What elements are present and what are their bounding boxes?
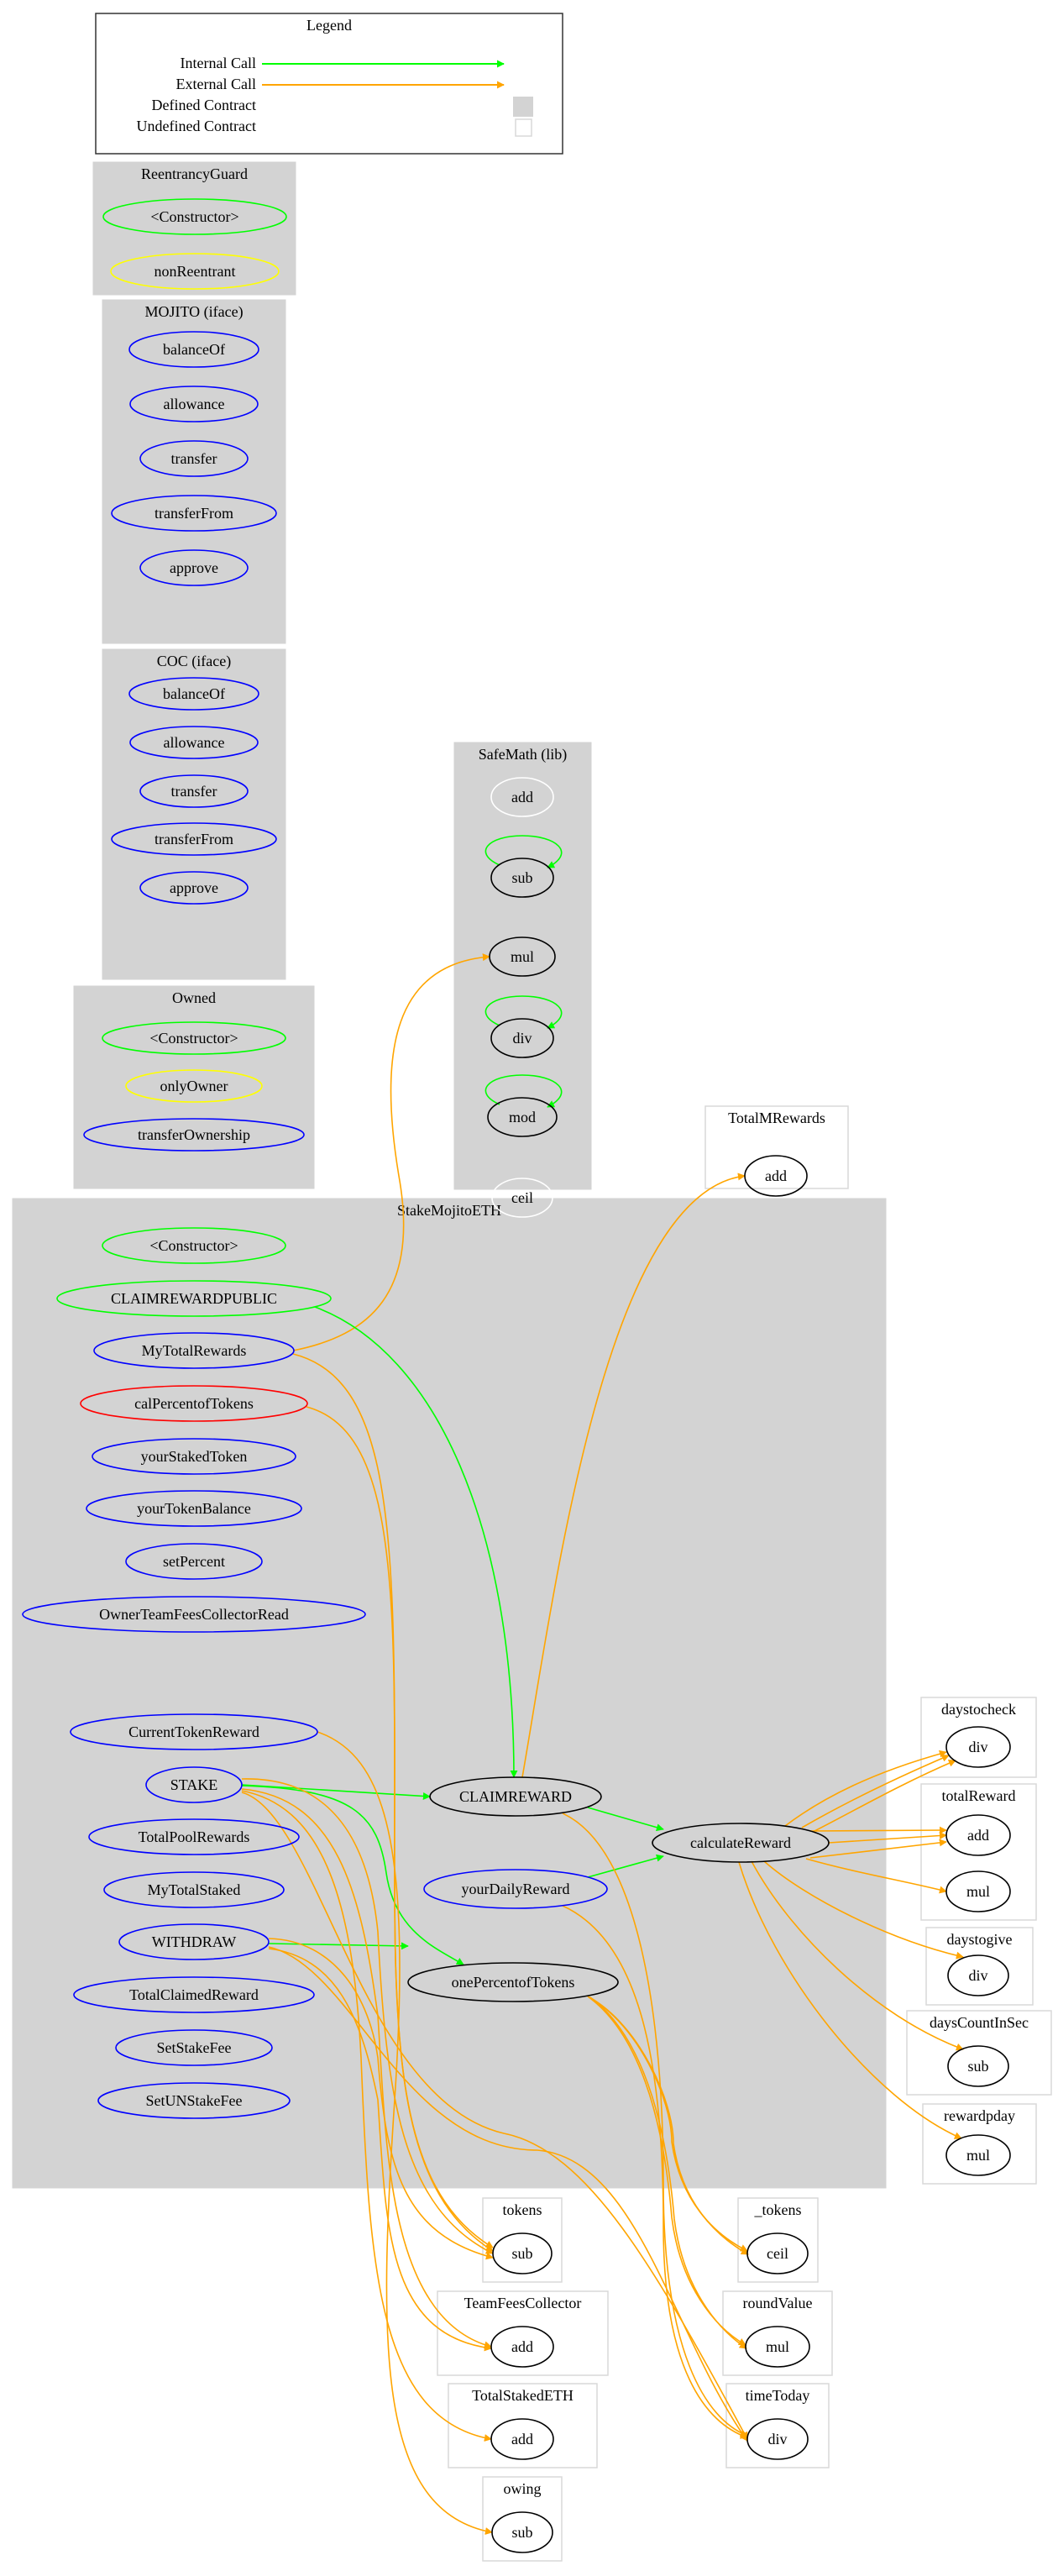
node-label: transferFrom <box>155 505 233 522</box>
node-label: mul <box>966 1883 990 1900</box>
node-label: div <box>968 1967 987 1984</box>
node-label: approve <box>170 559 218 576</box>
legend-title: Legend <box>306 17 352 34</box>
node-label: add <box>511 2431 533 2447</box>
node-label: yourTokenBalance <box>137 1500 251 1517</box>
cluster-owing: owing <box>482 2476 563 2562</box>
node-label: add <box>765 1167 787 1184</box>
node-label: MyTotalRewards <box>142 1342 247 1359</box>
cluster-daystogive: daystogive <box>925 1927 1034 2006</box>
node-label: balanceOf <box>163 685 225 702</box>
node-label: MyTotalStaked <box>148 1881 241 1898</box>
cluster-title: StakeMojitoETH <box>397 1202 501 1219</box>
node-label: SetUNStakeFee <box>146 2092 243 2109</box>
cluster-dayscountinsec: daysCountInSec <box>906 2010 1052 2096</box>
external-call-edge-s-calculatereward-to-tr-add <box>809 1826 947 1834</box>
node-label: div <box>512 1030 532 1047</box>
legend-external-label: External Call <box>176 76 256 92</box>
node-label: transfer <box>171 783 217 800</box>
call-graph: Legend Internal Call External Call Defin… <box>12 13 1052 2562</box>
node-label: calPercentofTokens <box>134 1395 254 1412</box>
cluster-roundvalue: roundValue <box>722 2290 833 2376</box>
node-label: calculateReward <box>690 1834 791 1851</box>
node-label: sub <box>511 2245 532 2262</box>
legend: Legend Internal Call External Call Defin… <box>95 13 563 155</box>
node-label: CurrentTokenReward <box>128 1723 259 1740</box>
node-label: sub <box>511 869 532 886</box>
node-label: transfer <box>171 450 217 467</box>
cluster-title: SafeMath (lib) <box>479 746 567 763</box>
node-label: CLAIMREWARDPUBLIC <box>111 1290 277 1307</box>
node-label: approve <box>170 879 218 896</box>
node-label: div <box>767 2431 787 2447</box>
node-label: sub <box>511 2524 532 2541</box>
cluster-rewardpday: rewardpday <box>922 2103 1037 2185</box>
cluster-title: TotalMRewards <box>728 1110 825 1126</box>
node-label: mod <box>509 1109 536 1125</box>
node-label: <Constructor> <box>149 1237 238 1254</box>
node-label: onePercentofTokens <box>452 1974 575 1991</box>
cluster-tokens: _tokens <box>737 2197 819 2283</box>
node-label: nonReentrant <box>155 263 236 280</box>
node-label: ceil <box>767 2245 788 2262</box>
node-label: <Constructor> <box>150 208 238 225</box>
node-label: STAKE <box>170 1776 218 1793</box>
cluster-timetoday: timeToday <box>725 2383 830 2468</box>
legend-undefined-swatch <box>515 118 532 137</box>
cluster-title: daysCountInSec <box>930 2014 1029 2031</box>
node-label: allowance <box>164 734 225 751</box>
node-label: sub <box>967 2058 988 2075</box>
cluster-title: rewardpday <box>944 2107 1015 2124</box>
cluster-title: TotalStakedETH <box>472 2387 574 2404</box>
cluster-title: TeamFeesCollector <box>464 2295 582 2311</box>
cluster-title: MOJITO (iface) <box>144 303 243 321</box>
node-label: ceil <box>511 1189 533 1206</box>
node-label: add <box>511 789 533 805</box>
legend-internal-label: Internal Call <box>181 55 256 71</box>
cluster-daystocheck: daystocheck <box>920 1697 1037 1778</box>
node-label: allowance <box>164 396 225 412</box>
node-label: setPercent <box>163 1553 225 1570</box>
node-label: mul <box>966 2147 990 2164</box>
node-label: OwnerTeamFeesCollectorRead <box>99 1606 289 1623</box>
cluster-title: daystogive <box>947 1931 1013 1948</box>
cluster-title: timeToday <box>746 2387 810 2404</box>
cluster-tokens: tokens <box>482 2197 563 2283</box>
legend-defined-label: Defined Contract <box>152 97 256 113</box>
node-label: TotalClaimedReward <box>129 1986 259 2003</box>
node-label: yourStakedToken <box>141 1448 248 1465</box>
cluster-title: tokens <box>503 2201 542 2218</box>
legend-undefined-label: Undefined Contract <box>137 118 256 134</box>
node-label: onlyOwner <box>160 1078 228 1094</box>
cluster-title: totalReward <box>942 1787 1016 1804</box>
node-label: <Constructor> <box>149 1030 238 1047</box>
node-label: div <box>968 1739 987 1755</box>
legend-defined-swatch <box>513 97 533 117</box>
node-label: balanceOf <box>163 341 225 358</box>
node-label: TotalPoolRewards <box>139 1828 250 1845</box>
node-label: mul <box>511 948 534 965</box>
node-label: SetStakeFee <box>157 2039 232 2056</box>
node-label: transferOwnership <box>138 1126 250 1143</box>
cluster-title: Owned <box>172 989 216 1006</box>
cluster-title: owing <box>504 2480 542 2497</box>
node-label: add <box>511 2338 533 2355</box>
cluster-totalstakedeth: TotalStakedETH <box>448 2383 598 2468</box>
node-label: mul <box>766 2338 789 2355</box>
cluster-title: ReentrancyGuard <box>141 165 248 182</box>
node-label: CLAIMREWARD <box>459 1788 572 1805</box>
cluster-title: roundValue <box>743 2295 813 2311</box>
node-label: add <box>967 1827 989 1844</box>
node-label: WITHDRAW <box>152 1933 237 1950</box>
cluster-title: COC (iface) <box>157 653 231 670</box>
cluster-title: daystocheck <box>941 1701 1016 1718</box>
node-label: yourDailyReward <box>462 1881 570 1897</box>
node-label: transferFrom <box>155 831 233 847</box>
cluster-title: _tokens <box>754 2201 802 2218</box>
